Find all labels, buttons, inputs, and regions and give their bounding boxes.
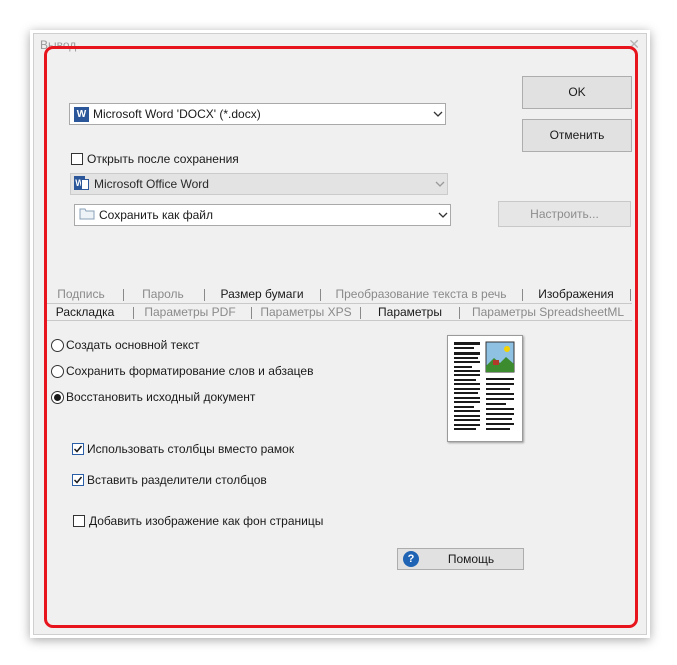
tab-separator: [522, 289, 523, 301]
use-columns-checkbox[interactable]: [72, 443, 84, 455]
background-image-checkbox[interactable]: [73, 515, 85, 527]
cancel-button[interactable]: Отменить: [522, 119, 632, 152]
tab-password[interactable]: Пароль: [130, 286, 196, 303]
tab-xps-params[interactable]: Параметры XPS: [258, 304, 354, 321]
dialog-title: Вывод: [40, 38, 77, 52]
radio-create-main-text[interactable]: [51, 339, 64, 352]
tab-separator: [251, 307, 252, 319]
checkmark-icon: [73, 476, 83, 484]
use-columns-label: Использовать столбцы вместо рамок: [87, 442, 295, 456]
radio-create-main-text-label: Создать основной текст: [66, 338, 200, 352]
configure-button: Настроить...: [498, 201, 631, 227]
save-as-select-value: Сохранить как файл: [99, 208, 213, 222]
radio-keep-formatting-label: Сохранить форматирование слов и абзацев: [66, 364, 314, 378]
column-separators-checkbox[interactable]: [72, 474, 84, 486]
tab-pdf-params[interactable]: Параметры PDF: [140, 304, 240, 321]
tab-params[interactable]: Параметры: [366, 304, 454, 321]
format-select[interactable]: W Microsoft Word 'DOCX' (*.docx): [69, 103, 446, 125]
tab-separator: [360, 307, 361, 319]
open-after-save-checkbox[interactable]: [71, 153, 83, 165]
app-select: W Microsoft Office Word: [70, 173, 448, 195]
ok-button[interactable]: OK: [522, 76, 632, 109]
tab-separator: [630, 289, 631, 301]
checkmark-icon: [73, 445, 83, 453]
radio-selected-dot: [54, 394, 61, 401]
tab-separator: [204, 289, 205, 301]
tab-separator: [133, 307, 134, 319]
tab-layout[interactable]: Раскладка: [47, 304, 123, 321]
radio-restore-original-label: Восстановить исходный документ: [66, 390, 256, 404]
column-separators-label: Вставить разделители столбцов: [87, 473, 267, 487]
chevron-down-icon: [431, 103, 445, 125]
help-icon: ?: [403, 551, 419, 567]
radio-keep-formatting[interactable]: [51, 365, 64, 378]
tab-spreadsheetml-params[interactable]: Параметры SpreadsheetML: [466, 304, 630, 321]
tab-separator: [123, 289, 124, 301]
tab-separator: [459, 307, 460, 319]
close-icon[interactable]: ✕: [628, 36, 640, 53]
app-select-value: Microsoft Office Word: [94, 177, 209, 191]
word-doc-icon: W: [74, 106, 89, 122]
format-select-value: Microsoft Word 'DOCX' (*.docx): [93, 107, 261, 121]
document-preview-image: [447, 335, 523, 442]
tab-signature[interactable]: Подпись: [47, 286, 115, 303]
tab-images[interactable]: Изображения: [528, 286, 624, 303]
help-button[interactable]: ? Помощь: [397, 548, 524, 570]
save-as-select[interactable]: Сохранить как файл: [74, 204, 451, 226]
chevron-down-icon: [433, 173, 447, 195]
tab-separator: [320, 289, 321, 301]
tab-text-to-speech[interactable]: Преобразование текста в речь: [326, 286, 516, 303]
word-app-icon: W: [74, 176, 90, 192]
background-image-label: Добавить изображение как фон страницы: [89, 514, 324, 528]
folder-icon: [79, 207, 95, 223]
radio-restore-original[interactable]: [51, 391, 64, 404]
chevron-down-icon: [436, 204, 450, 226]
tab-paper-size[interactable]: Размер бумаги: [210, 286, 314, 303]
open-after-save-label: Открыть после сохранения: [87, 152, 239, 166]
help-button-label: Помощь: [447, 552, 495, 566]
